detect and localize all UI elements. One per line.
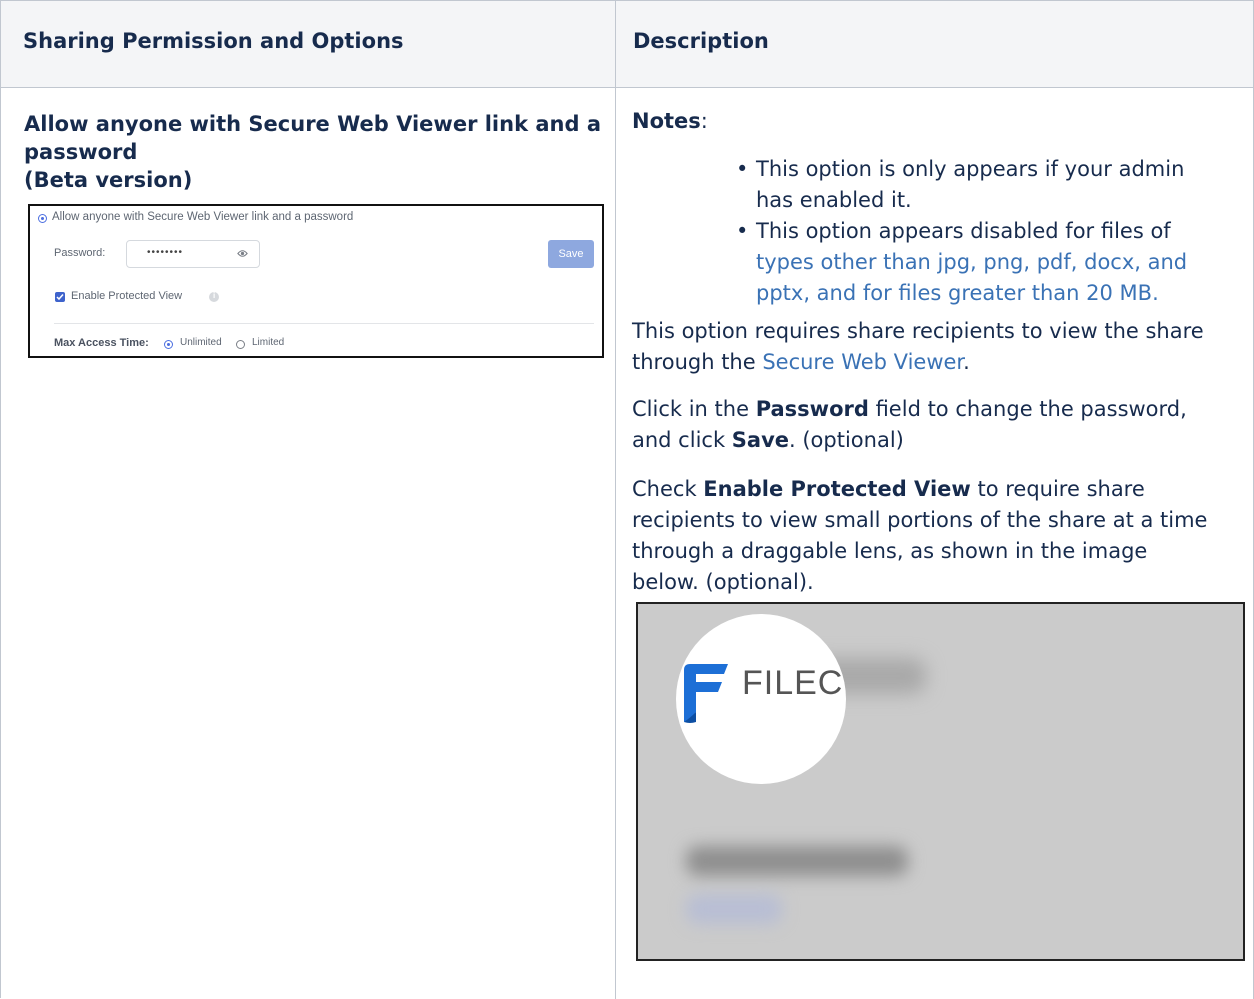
header-sharing-permission: Sharing Permission and Options bbox=[23, 29, 404, 53]
secure-web-viewer-link[interactable]: Secure Web Viewer bbox=[762, 350, 963, 374]
check-icon bbox=[56, 294, 64, 301]
save-button[interactable]: Save bbox=[548, 240, 594, 268]
unlimited-radio[interactable] bbox=[164, 340, 173, 349]
max-access-time-label: Max Access Time: bbox=[54, 337, 149, 349]
limited-radio[interactable] bbox=[236, 340, 245, 349]
enable-protected-view-checkbox[interactable] bbox=[55, 292, 65, 302]
filecloud-logo-icon bbox=[684, 664, 728, 723]
blurred-heading bbox=[686, 846, 908, 876]
list-item: • This option is only appears if your ad… bbox=[736, 157, 1185, 212]
option-title-line1: Allow anyone with Secure Web Viewer link… bbox=[24, 112, 601, 136]
option-title: Allow anyone with Secure Web Viewer link… bbox=[24, 110, 604, 194]
file-size-text: pptx, and for files greater than 20 MB. bbox=[756, 281, 1159, 305]
limited-label: Limited bbox=[252, 337, 285, 348]
eye-icon[interactable] bbox=[237, 248, 248, 259]
option-title-beta: (Beta version) bbox=[24, 168, 193, 192]
password-input[interactable]: •••••••• bbox=[126, 240, 260, 268]
share-settings-screenshot: Allow anyone with Secure Web Viewer link… bbox=[28, 204, 604, 358]
paragraph-secure-viewer: This option requires share recipients to… bbox=[632, 319, 1204, 374]
enable-protected-view-label: Enable Protected View bbox=[71, 290, 183, 302]
paragraph-protected-view: Check Enable Protected View to require s… bbox=[632, 477, 1208, 594]
list-item: • This option appears disabled for files… bbox=[736, 216, 1226, 309]
notes-list: • This option is only appears if your ad… bbox=[736, 154, 1226, 309]
file-types-text: types other than jpg, png, pdf, docx, an… bbox=[756, 250, 1188, 274]
lens-logo-text: FILECL bbox=[742, 664, 846, 702]
secure-viewer-radio-label: Allow anyone with Secure Web Viewer link… bbox=[52, 211, 354, 223]
unlimited-label: Unlimited bbox=[180, 337, 222, 348]
column-divider bbox=[615, 1, 616, 999]
draggable-lens[interactable]: FILECL bbox=[676, 614, 846, 784]
password-label: Password: bbox=[54, 247, 106, 259]
password-value: •••••••• bbox=[147, 247, 184, 258]
protected-view-lens-image: FILECL bbox=[636, 602, 1245, 961]
header-description: Description bbox=[633, 29, 769, 53]
paragraph-password: Click in the Password field to change th… bbox=[632, 397, 1187, 452]
blurred-link bbox=[686, 894, 782, 924]
info-icon[interactable]: i bbox=[209, 291, 219, 302]
option-title-line2: password bbox=[24, 140, 138, 164]
divider bbox=[54, 323, 594, 324]
secure-viewer-radio[interactable] bbox=[38, 214, 47, 223]
notes-heading: Notes: bbox=[632, 109, 708, 133]
